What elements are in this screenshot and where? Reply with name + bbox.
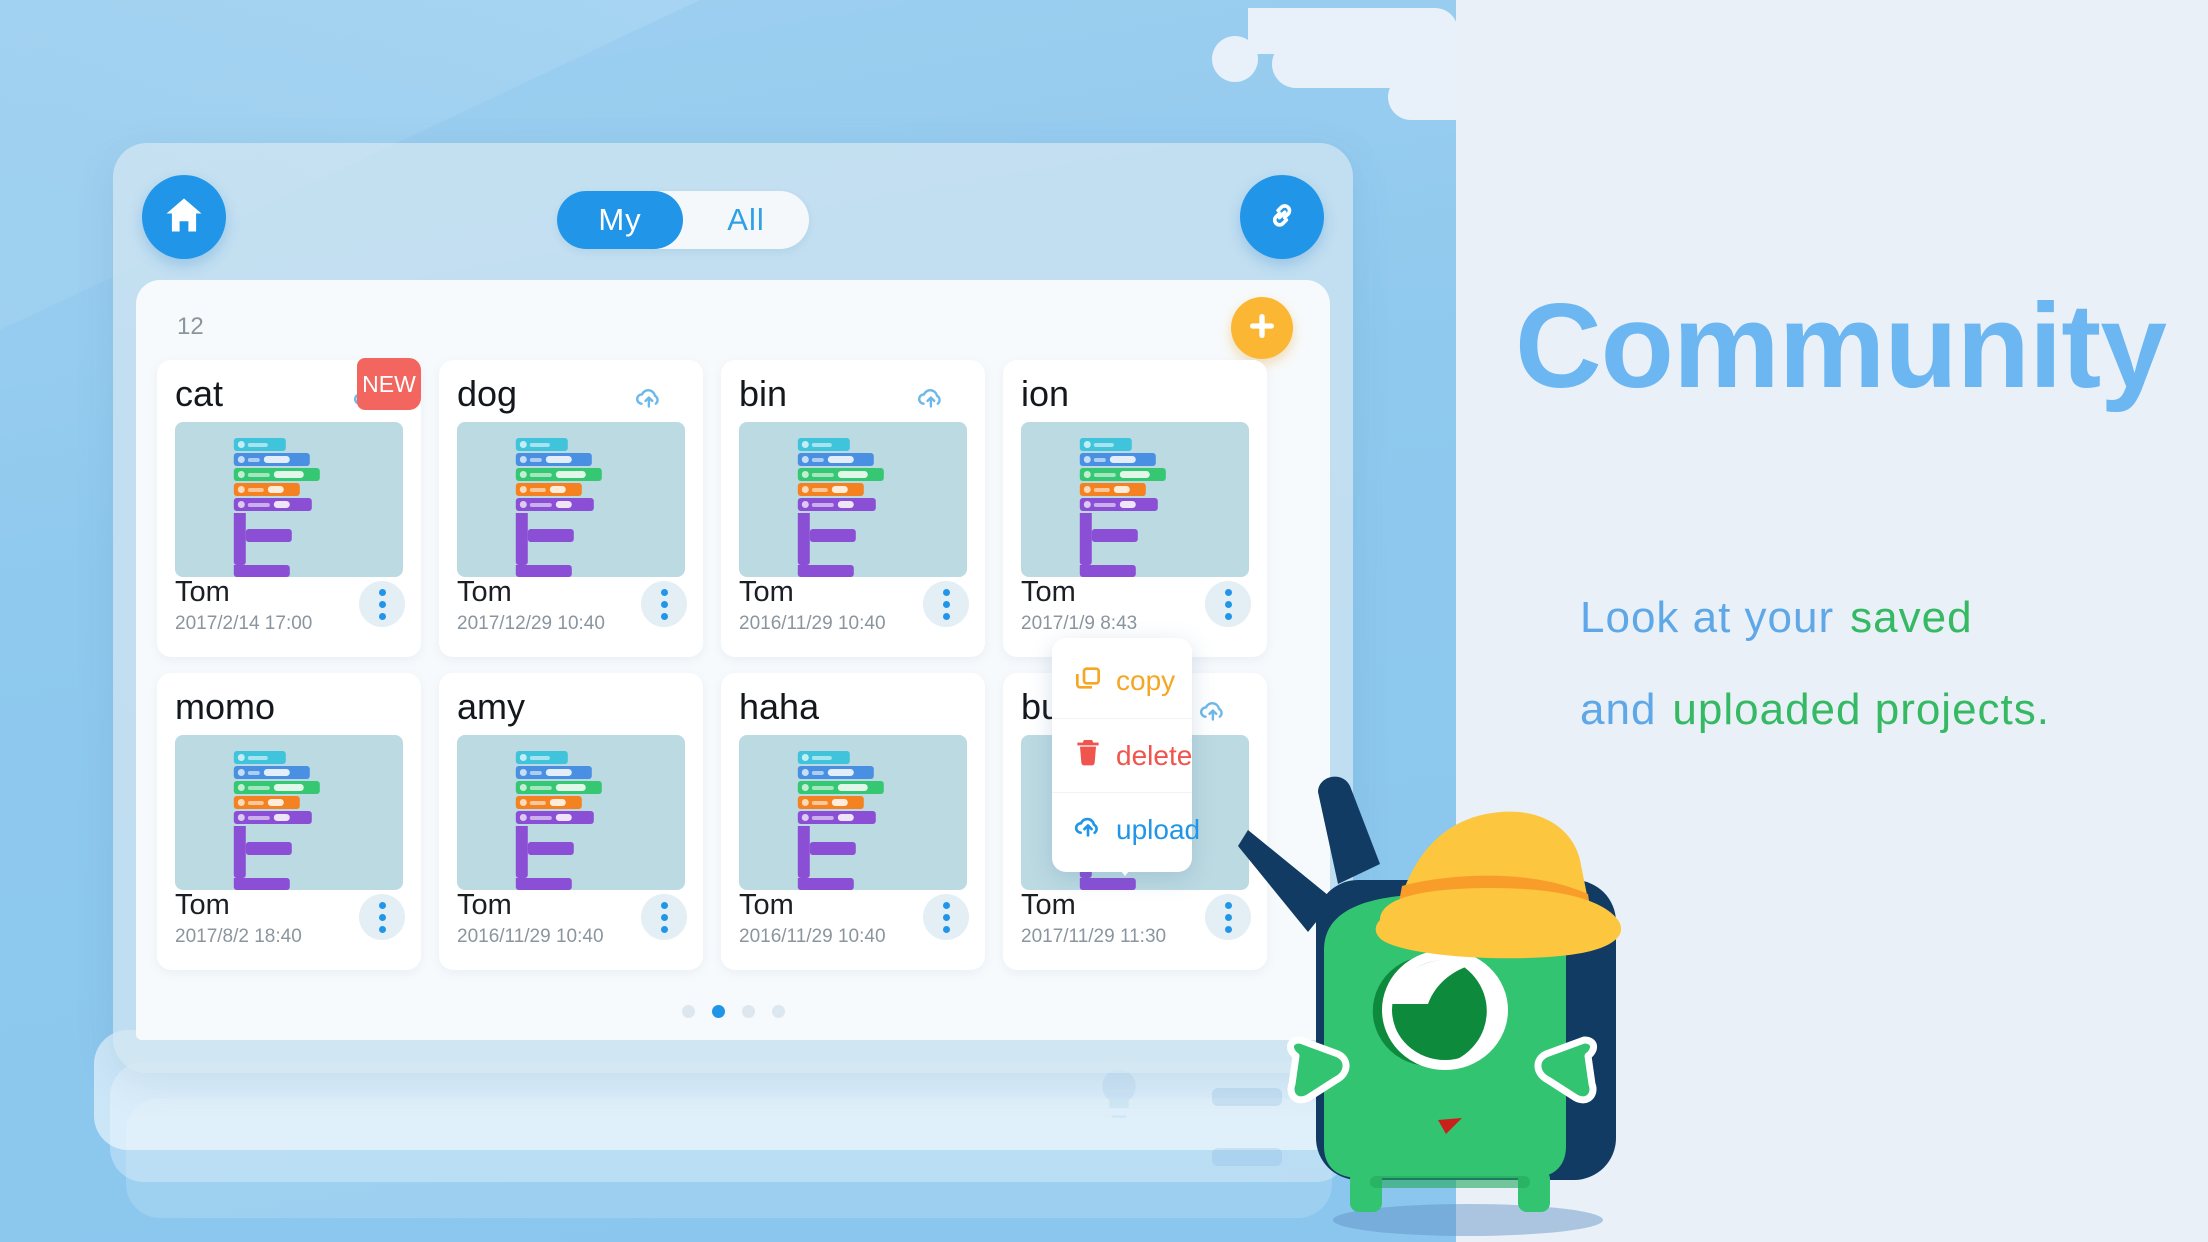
menu-item-copy[interactable]: copy	[1052, 644, 1192, 718]
card-footer: Tom 2017/1/9 8:43	[1021, 575, 1251, 641]
project-menu-button[interactable]	[359, 894, 405, 940]
project-title: amy	[457, 687, 526, 727]
code-blocks-preview	[1079, 438, 1200, 577]
card-footer: Tom 2017/12/29 10:40	[457, 575, 687, 641]
context-menu-box: copy delete upload	[1052, 638, 1200, 872]
card-footer: Tom 2016/11/29 10:40	[739, 575, 969, 641]
tagline-line1-part1: Look at your	[1580, 593, 1835, 642]
card-footer: Tom 2016/11/29 10:40	[457, 888, 687, 954]
card-footer: Tom 2017/11/29 11:30	[1021, 888, 1251, 954]
trash-icon	[1072, 736, 1104, 775]
card-footer: Tom 2017/2/14 17:00	[175, 575, 405, 641]
project-thumbnail[interactable]	[175, 735, 403, 890]
home-button[interactable]	[142, 175, 226, 259]
pagination-dot[interactable]	[681, 1005, 695, 1018]
project-title: dog	[457, 374, 518, 414]
link-icon	[1260, 193, 1304, 242]
decorative-pill-3	[1388, 74, 1458, 120]
code-blocks-preview	[515, 438, 636, 577]
project-thumbnail[interactable]	[1021, 422, 1249, 577]
card-title-row: cat NEW	[157, 358, 421, 422]
code-blocks-preview	[797, 751, 918, 890]
code-blocks-preview	[233, 438, 354, 577]
project-thumbnail[interactable]	[457, 735, 685, 890]
card-title-row: haha	[721, 673, 985, 735]
project-title: bin	[739, 374, 788, 414]
card-title-row: momo	[157, 673, 421, 735]
card-title-row: dog	[439, 360, 703, 422]
project-card[interactable]: haha Tom 2016/11/29 10:40	[721, 673, 985, 970]
project-title: cat	[175, 374, 224, 414]
tablet-frame: My All 12 cat NEW Tom 2017/2/14 17:00 do…	[113, 143, 1353, 1073]
menu-item-delete[interactable]: delete	[1052, 718, 1192, 792]
share-link-button[interactable]	[1240, 175, 1324, 259]
tab-all[interactable]: All	[683, 191, 809, 249]
card-title-row: bin	[721, 360, 985, 422]
tagline: Look at your saved and uploaded projects.	[1580, 572, 2160, 756]
menu-item-upload[interactable]: upload	[1052, 792, 1200, 866]
menu-item-upload-label: upload	[1116, 813, 1201, 845]
project-thumbnail[interactable]	[175, 422, 403, 577]
project-menu-button[interactable]	[641, 581, 687, 627]
copy-icon	[1072, 662, 1104, 701]
project-count: 12	[177, 313, 204, 340]
card-title-row: amy	[439, 673, 703, 735]
project-card[interactable]: dog Tom 2017/12/29 10:40	[439, 360, 703, 657]
project-menu-button[interactable]	[923, 581, 969, 627]
project-thumbnail[interactable]	[457, 422, 685, 577]
new-badge: NEW	[357, 358, 421, 410]
code-blocks-preview	[233, 751, 354, 890]
pagination-dot[interactable]	[771, 1005, 785, 1018]
card-footer: Tom 2017/8/2 18:40	[175, 888, 405, 954]
page-title: Community	[1515, 279, 2167, 413]
tagline-line2-part2: uploaded projects.	[1672, 685, 2051, 734]
project-card[interactable]: ion Tom 2017/1/9 8:43	[1003, 360, 1267, 657]
card-title-row: ion	[1003, 360, 1267, 422]
cloud-upload-icon	[1197, 695, 1231, 723]
project-title: momo	[175, 687, 276, 727]
tab-my[interactable]: My	[557, 191, 683, 249]
cloud-upload-icon	[633, 382, 667, 410]
project-menu-button[interactable]	[923, 894, 969, 940]
project-title: ion	[1021, 374, 1070, 414]
project-card[interactable]: momo Tom 2017/8/2 18:40	[157, 673, 421, 970]
view-toggle[interactable]: My All	[557, 191, 809, 249]
decorative-dot	[1212, 36, 1258, 82]
code-blocks-preview	[515, 751, 636, 890]
menu-item-delete-label: delete	[1116, 739, 1193, 771]
project-menu-button[interactable]	[359, 581, 405, 627]
projects-panel: 12 cat NEW Tom 2017/2/14 17:00 dog Tom 2…	[136, 280, 1330, 1040]
project-title: haha	[739, 687, 820, 727]
project-card[interactable]: cat NEW Tom 2017/2/14 17:00	[157, 358, 421, 657]
cloud-upload-icon	[1072, 810, 1104, 849]
project-menu-button[interactable]	[1205, 581, 1251, 627]
project-card[interactable]: bin Tom 2016/11/29 10:40	[721, 360, 985, 657]
pagination-dot[interactable]	[741, 1005, 755, 1018]
project-thumbnail[interactable]	[739, 735, 967, 890]
project-card[interactable]: amy Tom 2016/11/29 10:40	[439, 673, 703, 970]
tagline-line2-part1: and	[1580, 685, 1657, 734]
code-blocks-preview	[797, 438, 918, 577]
project-thumbnail[interactable]	[739, 422, 967, 577]
app-header: My All	[113, 143, 1353, 288]
mascot-illustration	[1230, 768, 1650, 1242]
home-icon	[162, 193, 206, 242]
project-menu-button[interactable]	[641, 894, 687, 940]
context-menu-pointer	[1112, 860, 1138, 876]
cloud-upload-icon	[915, 382, 949, 410]
tagline-line1-part2: saved	[1850, 593, 1973, 642]
pagination-dots[interactable]	[136, 1005, 1330, 1018]
add-project-button[interactable]	[1231, 297, 1293, 359]
pagination-dot[interactable]	[711, 1005, 725, 1018]
menu-item-copy-label: copy	[1116, 665, 1176, 696]
card-footer: Tom 2016/11/29 10:40	[739, 888, 969, 954]
plus-icon	[1246, 310, 1278, 347]
